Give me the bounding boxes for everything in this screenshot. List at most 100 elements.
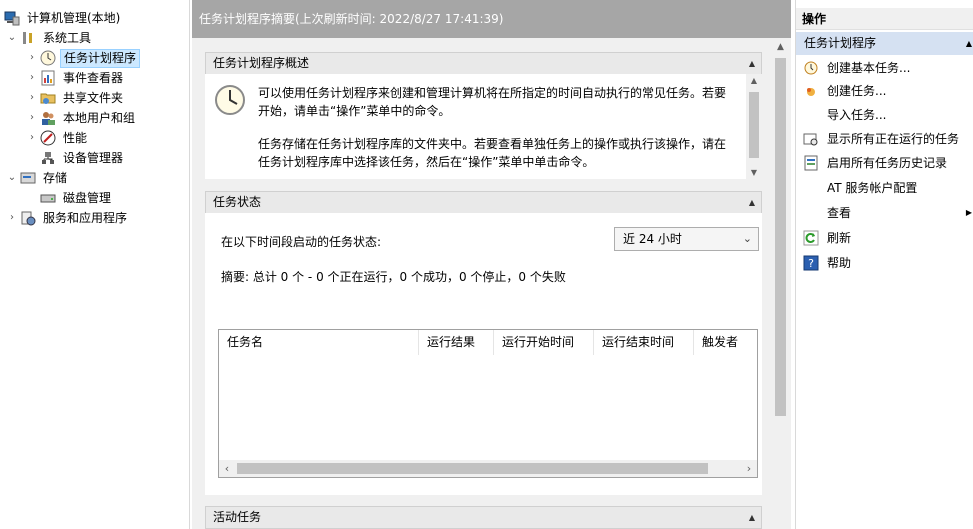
tree-label-storage: 存储: [43, 171, 68, 185]
tree-item-shared-folders[interactable]: › 共享文件夹: [26, 88, 126, 108]
tree-label-computer-management: 计算机管理(本地): [27, 11, 121, 25]
console-tree: 计算机管理(本地) ⌄ 系统工具 › 任务计划程序 › 事件查看器 › 共享文件…: [0, 0, 190, 529]
collapse-icon[interactable]: ▲: [749, 53, 755, 74]
storage-icon: [20, 170, 36, 186]
action-label: 创建任务...: [827, 84, 887, 98]
summary-vertical-scrollbar[interactable]: ▲: [772, 38, 789, 529]
table-horizontal-scrollbar[interactable]: ‹ ›: [219, 460, 757, 477]
wizard-clock-icon: [803, 60, 819, 76]
tree-item-services-apps[interactable]: › 服务和应用程序: [6, 208, 130, 228]
action-label: 查看: [827, 206, 852, 220]
action-at-service-config[interactable]: AT 服务帐户配置: [796, 177, 973, 199]
action-label: 刷新: [827, 231, 852, 245]
tree-item-event-viewer[interactable]: › 事件查看器: [26, 68, 126, 88]
running-tasks-icon: [803, 131, 819, 147]
collapse-icon[interactable]: ▲: [749, 192, 755, 213]
tree-label-disk-management: 磁盘管理: [63, 191, 112, 205]
tree-label-services-apps: 服务和应用程序: [43, 211, 128, 225]
collapse-icon[interactable]: ▲: [966, 32, 972, 55]
tree-item-computer-management[interactable]: 计算机管理(本地): [4, 8, 123, 28]
overview-text-line: 任务计划程序库中选择该任务，然后在“操作”菜单中单击命令。: [258, 155, 595, 169]
chevron-right-icon[interactable]: ›: [26, 108, 38, 128]
scroll-up-icon[interactable]: ▲: [772, 42, 789, 52]
tree-item-system-tools[interactable]: ⌄ 系统工具: [6, 28, 94, 48]
action-label: AT 服务帐户配置: [827, 181, 918, 195]
scroll-thumb[interactable]: [237, 463, 708, 474]
column-header-run-result[interactable]: 运行结果: [419, 330, 494, 355]
action-create-task[interactable]: 创建任务...: [796, 80, 973, 102]
status-section-header[interactable]: 任务状态 ▲: [205, 191, 762, 214]
active-tasks-title: 活动任务: [213, 510, 262, 524]
scroll-up-icon[interactable]: ▲: [746, 76, 762, 85]
period-dropdown[interactable]: 近 24 小时 ⌄: [614, 227, 759, 251]
performance-icon: [40, 130, 56, 146]
status-body: 在以下时间段启动的任务状态: 近 24 小时 ⌄ 摘要: 总计 0 个 - 0 …: [205, 213, 762, 495]
tree-label-event-viewer: 事件查看器: [63, 71, 124, 85]
clock-icon: [40, 50, 56, 66]
scroll-thumb[interactable]: [749, 92, 759, 158]
column-header-run-start[interactable]: 运行开始时间: [494, 330, 594, 355]
scroll-left-icon[interactable]: ‹: [219, 460, 235, 477]
scroll-down-icon[interactable]: ▼: [746, 168, 762, 177]
scroll-right-icon[interactable]: ›: [741, 460, 757, 477]
column-header-task-name[interactable]: 任务名: [219, 330, 419, 355]
action-import-task[interactable]: 导入任务...: [796, 104, 973, 126]
blank-icon: [803, 205, 819, 221]
period-label: 在以下时间段启动的任务状态:: [221, 235, 382, 249]
action-create-basic-task[interactable]: 创建基本任务...: [796, 57, 973, 79]
disk-icon: [40, 190, 56, 206]
column-header-run-end[interactable]: 运行结束时间: [594, 330, 694, 355]
tree-label-local-users: 本地用户和组: [63, 111, 136, 125]
column-header-triggered-by[interactable]: 触发者: [694, 330, 757, 355]
blank-icon: [803, 107, 819, 123]
tree-label-performance: 性能: [63, 131, 88, 145]
overview-paragraph-1: 可以使用任务计划程序来创建和管理计算机将在所指定的时间自动执行的常见任务。若要 …: [258, 84, 735, 120]
shared-folder-icon: [40, 90, 56, 106]
action-enable-history[interactable]: 启用所有任务历史记录: [796, 152, 973, 174]
collapse-icon[interactable]: ▲: [749, 507, 755, 528]
action-show-running-tasks[interactable]: 显示所有正在运行的任务: [796, 128, 973, 150]
users-icon: [40, 110, 56, 126]
submenu-arrow-icon: ▶: [965, 208, 972, 217]
actions-group-task-scheduler[interactable]: 任务计划程序 ▲: [796, 32, 973, 55]
chevron-right-icon[interactable]: ›: [6, 208, 18, 228]
action-help[interactable]: ? 帮助: [796, 252, 973, 274]
period-value: 近 24 小时: [623, 232, 682, 246]
action-label: 启用所有任务历史记录: [827, 156, 948, 170]
tree-item-disk-management[interactable]: 磁盘管理: [38, 188, 114, 208]
chevron-right-icon[interactable]: ›: [26, 48, 38, 68]
tree-item-storage[interactable]: ⌄ 存储: [6, 168, 70, 188]
summary-pane: 任务计划程序摘要(上次刷新时间: 2022/8/27 17:41:39) 任务计…: [192, 0, 791, 529]
chevron-down-icon[interactable]: ⌄: [6, 168, 18, 188]
overview-body: 可以使用任务计划程序来创建和管理计算机将在所指定的时间自动执行的常见任务。若要 …: [205, 74, 762, 179]
tools-icon: [20, 30, 36, 46]
overview-section-header[interactable]: 任务计划程序概述 ▲: [205, 52, 762, 75]
overview-text-line: 可以使用任务计划程序来创建和管理计算机将在所指定的时间自动执行的常见任务。若要: [258, 86, 727, 100]
help-icon: ?: [803, 255, 819, 271]
chevron-right-icon[interactable]: ›: [26, 128, 38, 148]
actions-pane: 操作 任务计划程序 ▲ 创建基本任务... 创建任务... 导入任务... 显示…: [795, 0, 973, 529]
task-icon: [803, 83, 819, 99]
action-refresh[interactable]: 刷新: [796, 227, 973, 249]
chevron-right-icon[interactable]: ›: [26, 68, 38, 88]
action-view-menu[interactable]: 查看 ▶: [796, 202, 973, 224]
tree-item-local-users[interactable]: › 本地用户和组: [26, 108, 138, 128]
chevron-right-icon[interactable]: ›: [26, 88, 38, 108]
active-tasks-section-header[interactable]: 活动任务 ▲: [205, 506, 762, 529]
tree-item-performance[interactable]: › 性能: [26, 128, 90, 148]
task-scheduler-clock-icon: [214, 84, 246, 116]
action-label: 显示所有正在运行的任务: [827, 132, 960, 146]
chevron-down-icon[interactable]: ⌄: [6, 28, 18, 48]
summary-header: 任务计划程序摘要(上次刷新时间: 2022/8/27 17:41:39): [192, 0, 791, 38]
overview-title: 任务计划程序概述: [213, 56, 310, 70]
tree-label-system-tools: 系统工具: [43, 31, 92, 45]
overview-paragraph-2: 任务存储在任务计划程序库的文件夹中。若要查看单独任务上的操作或执行该操作，请在 …: [258, 135, 735, 171]
tree-item-task-scheduler[interactable]: › 任务计划程序: [26, 48, 141, 68]
action-label: 创建基本任务...: [827, 61, 911, 75]
tree-label-task-scheduler: 任务计划程序: [60, 48, 141, 68]
overview-scrollbar[interactable]: ▲ ▼: [746, 74, 762, 179]
chevron-down-icon: ⌄: [742, 232, 752, 245]
task-status-table: 任务名 运行结果 运行开始时间 运行结束时间 触发者 ‹ ›: [218, 329, 758, 478]
scroll-thumb[interactable]: [775, 58, 786, 416]
tree-item-device-manager[interactable]: 设备管理器: [38, 148, 126, 168]
